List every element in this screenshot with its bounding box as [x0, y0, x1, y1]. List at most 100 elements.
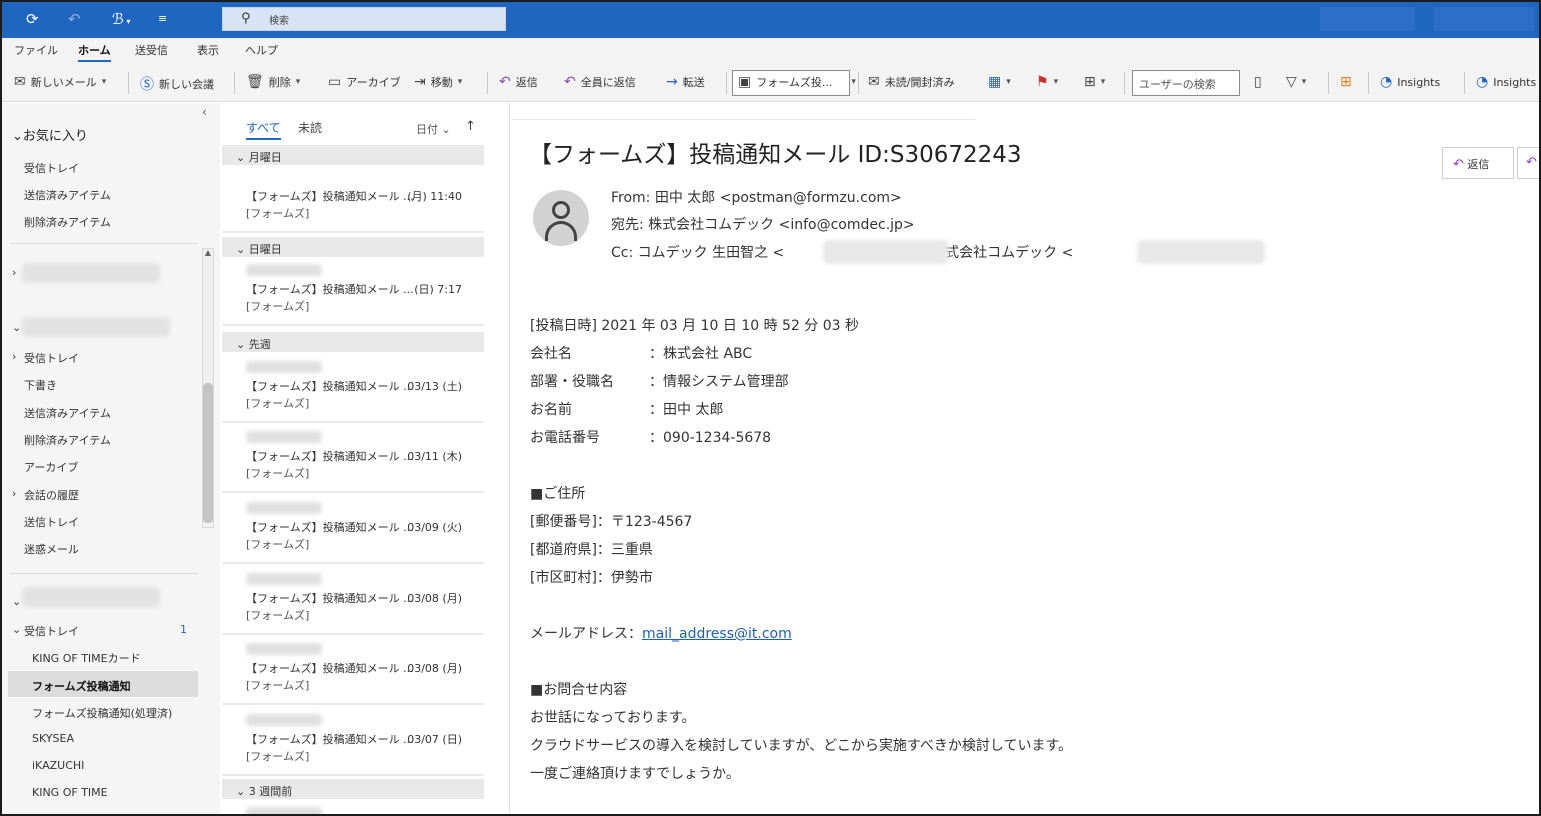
insights-label: Insights — [1397, 75, 1441, 89]
folder-sent[interactable]: 送信済みアイテム — [24, 405, 111, 421]
reply-all-button[interactable]: ↶ 全員に返信 — [564, 74, 636, 90]
archive-button[interactable]: ▭ アーカイブ — [328, 74, 401, 90]
folder-favorite-sent[interactable]: 送信済みアイテム — [24, 187, 111, 203]
group-header[interactable]: ⌄ 先週 — [222, 332, 484, 352]
folder-archive[interactable]: アーカイブ — [24, 459, 78, 475]
categorize-icon: ▦ — [988, 74, 1002, 90]
reply-button[interactable]: ↶ 返信 — [499, 74, 538, 90]
folder-inbox-3[interactable]: 受信トレイ — [24, 623, 79, 639]
user-search-input[interactable]: ユーザーの検索 — [1132, 70, 1240, 96]
message-folder: [フォームズ] — [246, 397, 310, 410]
menu-view[interactable]: 表示 — [197, 42, 219, 58]
ribbon-divider — [858, 72, 859, 94]
insights-icon: ◔ — [1380, 74, 1393, 90]
forward-button[interactable]: → 転送 — [666, 74, 705, 90]
group-header[interactable]: ⌄ 3 週間前 — [222, 779, 484, 799]
menu-send-receive[interactable]: 送受信 — [135, 42, 168, 58]
cc-prefix: Cc: コムデック 生田智之 < — [611, 245, 785, 261]
reply-icon: ↶ — [1453, 157, 1464, 172]
list-item[interactable]: 【フォームズ】投稿通知メール ... 03/09 (火) [フォームズ] — [222, 496, 484, 564]
redacted-sender — [246, 431, 322, 443]
tab-unread[interactable]: 未読 — [298, 119, 322, 136]
folder-deleted[interactable]: 削除済みアイテム — [24, 432, 111, 448]
new-mail-button[interactable]: ✉ 新しいメール ▾ — [14, 74, 106, 90]
collapse-pane-icon[interactable]: ‹ — [202, 105, 207, 119]
folder-favorite-deleted[interactable]: 削除済みアイテム — [24, 214, 111, 230]
delete-button[interactable]: 🗑 削除 ▾ — [246, 74, 300, 90]
quick-access-icon[interactable]: ℬ ▾ — [112, 9, 130, 32]
menu-file[interactable]: ファイル — [14, 42, 58, 58]
folder-king-of-time-card[interactable]: KING OF TIMEカード — [32, 650, 141, 666]
redacted-sender — [246, 714, 322, 726]
folder-formzu-processed[interactable]: フォームズ投稿通知(処理済) — [32, 705, 172, 721]
expand-icon[interactable]: › — [12, 350, 16, 363]
message-subject: 【フォームズ】投稿通知メール ... — [246, 521, 414, 534]
move-button[interactable]: ⇥ 移動 ▾ — [414, 74, 462, 90]
undo-icon[interactable]: ↶ — [68, 9, 81, 29]
sort-by-date[interactable]: 日付 ⌄ — [416, 121, 451, 137]
sort-direction-icon[interactable]: ↑ — [465, 119, 476, 134]
insights-button[interactable]: ◔ Insights — [1380, 74, 1440, 90]
redacted-account[interactable] — [22, 263, 160, 283]
list-item[interactable]: 【フォームズ】投稿通知メール ... 03/08 (月) [フォームズ] — [222, 637, 484, 705]
filter-button[interactable]: ▽ ▾ — [1286, 74, 1306, 90]
apps-button[interactable]: ⊞ — [1340, 74, 1352, 90]
search-box[interactable]: ⚲ 検索 — [222, 7, 506, 31]
folder-conversation-history[interactable]: 会話の履歴 — [24, 487, 79, 503]
list-item[interactable]: 【フォームズ】投稿通知メール ... 03/07 (日) [フォームズ] — [222, 708, 484, 776]
redacted-account[interactable] — [22, 317, 170, 337]
unread-read-button[interactable]: ✉ 未読/開封済み — [868, 74, 954, 90]
list-item[interactable]: 【フォームズ】投稿通知メール ... (日) 7:17 [フォームズ] — [222, 258, 484, 326]
redacted-sender — [246, 502, 322, 514]
tab-all[interactable]: すべて — [246, 119, 281, 140]
folder-favorite-inbox[interactable]: 受信トレイ — [24, 160, 79, 176]
message-subject-heading: 【フォームズ】投稿通知メール ID:S30672243 — [529, 142, 1022, 168]
menu-home[interactable]: ホーム — [78, 42, 111, 62]
folder-skysea[interactable]: SKYSEA — [32, 732, 74, 745]
group-header[interactable]: ⌄ 月曜日 — [222, 145, 484, 165]
scrollbar-thumb[interactable] — [203, 383, 213, 523]
title-bar-window-area[interactable] — [1434, 7, 1534, 31]
email-link[interactable]: mail_address@it.com — [642, 626, 792, 642]
new-meeting-button[interactable]: Ⓢ 新しい会議 — [140, 74, 214, 94]
divider — [10, 573, 198, 574]
sync-icon[interactable]: ⟳ — [26, 9, 39, 29]
folder-outbox[interactable]: 送信トレイ — [24, 514, 79, 530]
folder-formzu-notifications[interactable]: フォームズ投稿通知 — [8, 671, 198, 697]
email-line: メールアドレス：mail_address@it.com — [530, 623, 792, 643]
reply-all-button-reading[interactable]: ↶ — [1517, 147, 1539, 179]
menu-help[interactable]: ヘルプ — [245, 42, 278, 58]
collapse-icon[interactable]: ⌄ — [12, 595, 21, 608]
redacted-account[interactable] — [22, 587, 160, 607]
list-item[interactable]: 【フォームズ】投稿通知メール ... 03/11 (木) [フォームズ] — [222, 425, 484, 493]
rules-button[interactable]: ⊞ ▾ — [1084, 74, 1105, 90]
group-header[interactable]: ⌄ 日曜日 — [222, 237, 484, 257]
favorites-header[interactable]: ⌄お気に入り — [12, 125, 88, 144]
folder-inbox[interactable]: 受信トレイ — [24, 350, 79, 366]
list-item[interactable]: 【フォームズ】投稿通知メール ... 03/08 (月) [フォームズ] — [222, 567, 484, 635]
redacted-sender — [246, 264, 322, 276]
reply-button-reading[interactable]: ↶ 返信 — [1442, 147, 1514, 179]
list-item[interactable]: 【フォームズ】投稿通知メール ... (月) 11:40 [フォームズ] — [222, 165, 484, 233]
redacted-sender — [246, 807, 322, 814]
folder-junk[interactable]: 迷惑メール — [24, 541, 79, 557]
folder-king-of-time[interactable]: KING OF TIME — [32, 786, 108, 799]
field-label: お名前 — [530, 402, 572, 418]
folder-ikazuchi[interactable]: iKAZUCHI — [32, 759, 84, 772]
insights-button-2[interactable]: ◔ Insights — [1476, 74, 1536, 90]
title-bar-account-area[interactable] — [1320, 7, 1415, 31]
scroll-up-icon[interactable]: ▲ — [202, 248, 214, 260]
expand-icon[interactable]: › — [12, 266, 16, 279]
address-book-button[interactable]: ▯ — [1254, 74, 1262, 90]
list-item[interactable]: 【フォームズ】投稿通知メール ... 03/13 (土) [フォームズ] — [222, 355, 484, 423]
list-item[interactable] — [222, 801, 484, 814]
folder-drafts[interactable]: 下書き — [24, 377, 57, 393]
ribbon-divider — [128, 72, 129, 94]
message-folder: [フォームズ] — [246, 750, 310, 763]
customize-qat-icon[interactable]: ≡ — [158, 9, 167, 29]
collapse-icon[interactable]: ⌄ — [12, 623, 21, 636]
categorize-button[interactable]: ▦ ▾ — [988, 74, 1011, 90]
follow-up-button[interactable]: ⚑ ▾ — [1036, 74, 1058, 90]
collapse-icon[interactable]: ⌄ — [12, 321, 21, 334]
expand-icon[interactable]: › — [12, 487, 16, 500]
